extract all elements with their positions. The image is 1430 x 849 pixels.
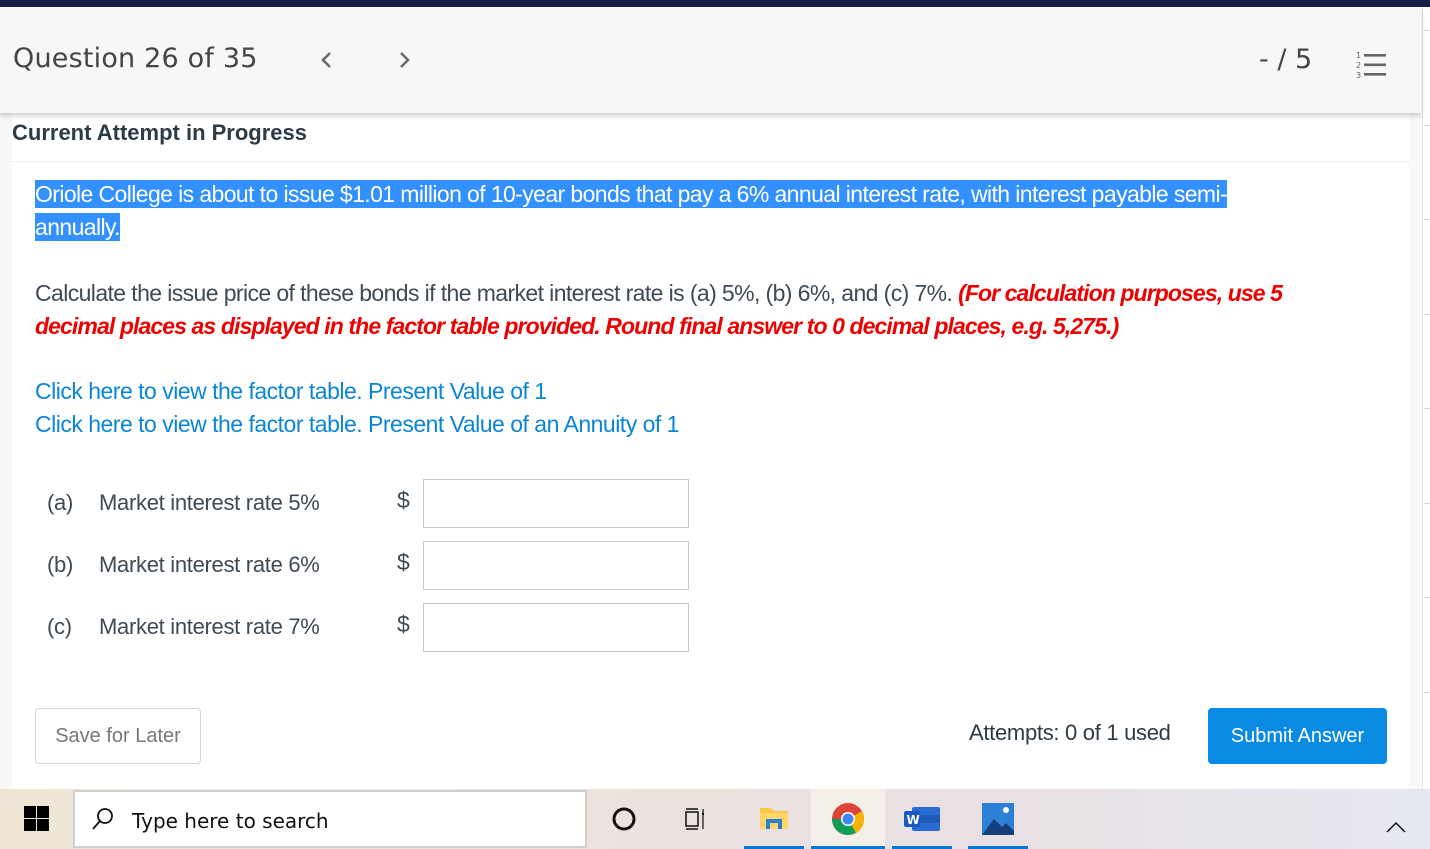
save-for-later-button[interactable]: Save for Later xyxy=(35,708,201,764)
chrome-icon[interactable] xyxy=(811,789,885,849)
answer-letter: (c) xyxy=(47,614,72,639)
search-icon xyxy=(92,808,113,830)
answer-letter: (a) xyxy=(47,490,73,515)
chevron-up-icon[interactable] xyxy=(1385,820,1407,834)
question-instructions: Calculate the issue price of these bonds… xyxy=(35,277,1355,343)
svg-text:2: 2 xyxy=(1356,61,1361,70)
question-text-line1: Oriole College is about to issue $1.01 m… xyxy=(35,180,1228,208)
instruction-text: Calculate the issue price of these bonds… xyxy=(35,280,959,306)
taskbar-search-box[interactable]: Type here to search xyxy=(73,790,587,848)
task-view-icon[interactable] xyxy=(666,789,726,849)
pv-annuity-table-link[interactable]: Click here to view the factor table. Pre… xyxy=(35,408,679,441)
svg-text:1: 1 xyxy=(1356,51,1361,60)
previous-question-button[interactable] xyxy=(314,47,340,73)
svg-text:W: W xyxy=(907,813,920,827)
windows-taskbar: Type here to search W xyxy=(0,789,1430,849)
attempts-counter: Attempts: 0 of 1 used xyxy=(969,720,1171,745)
question-text-line2: annually. xyxy=(35,213,121,241)
photos-icon[interactable] xyxy=(968,789,1028,849)
answer-letter: (b) xyxy=(47,552,73,577)
chevron-right-icon xyxy=(400,52,410,68)
windows-start-icon[interactable] xyxy=(24,806,49,831)
answer-label: Market interest rate 7% xyxy=(99,614,320,639)
browser-top-strip xyxy=(0,0,1430,7)
question-header: Question 26 of 35 - / 5 1 2 3 xyxy=(0,7,1421,113)
svg-text:3: 3 xyxy=(1356,71,1361,80)
pv-of-1-table-link[interactable]: Click here to view the factor table. Pre… xyxy=(35,375,679,408)
answer-row-b: (b) Market interest rate 6% $ xyxy=(47,541,697,590)
next-question-button[interactable] xyxy=(391,47,417,73)
submit-answer-button[interactable]: Submit Answer xyxy=(1208,708,1387,764)
answer-label: Market interest rate 6% xyxy=(99,552,320,577)
answer-row-c: (c) Market interest rate 7% $ xyxy=(47,603,697,652)
search-placeholder: Type here to search xyxy=(132,809,329,833)
question-counter: Question 26 of 35 xyxy=(13,43,258,74)
file-explorer-icon[interactable] xyxy=(744,789,804,849)
answer-label: Market interest rate 5% xyxy=(99,490,320,515)
question-text: Oriole College is about to issue $1.01 m… xyxy=(35,178,1345,244)
left-gutter xyxy=(0,113,12,789)
currency-symbol: $ xyxy=(397,549,410,575)
factor-table-links: Click here to view the factor table. Pre… xyxy=(35,375,679,441)
right-gutter xyxy=(1409,113,1422,789)
cortana-icon[interactable] xyxy=(594,789,654,849)
section-divider xyxy=(12,161,1409,162)
answer-input-c[interactable] xyxy=(423,603,689,652)
answer-input-b[interactable] xyxy=(423,541,689,590)
attempt-status-heading: Current Attempt in Progress xyxy=(12,120,308,145)
answer-input-a[interactable] xyxy=(423,479,689,528)
question-score: - / 5 xyxy=(1259,44,1313,75)
currency-symbol: $ xyxy=(397,611,410,637)
question-list-button[interactable]: 1 2 3 xyxy=(1356,50,1388,80)
chevron-left-icon xyxy=(321,52,331,68)
word-icon[interactable]: W xyxy=(892,789,952,849)
answer-row-a: (a) Market interest rate 5% $ xyxy=(47,479,697,528)
currency-symbol: $ xyxy=(397,487,410,513)
scrollbar-rail[interactable] xyxy=(1422,7,1430,789)
numbered-list-icon: 1 2 3 xyxy=(1356,51,1386,80)
